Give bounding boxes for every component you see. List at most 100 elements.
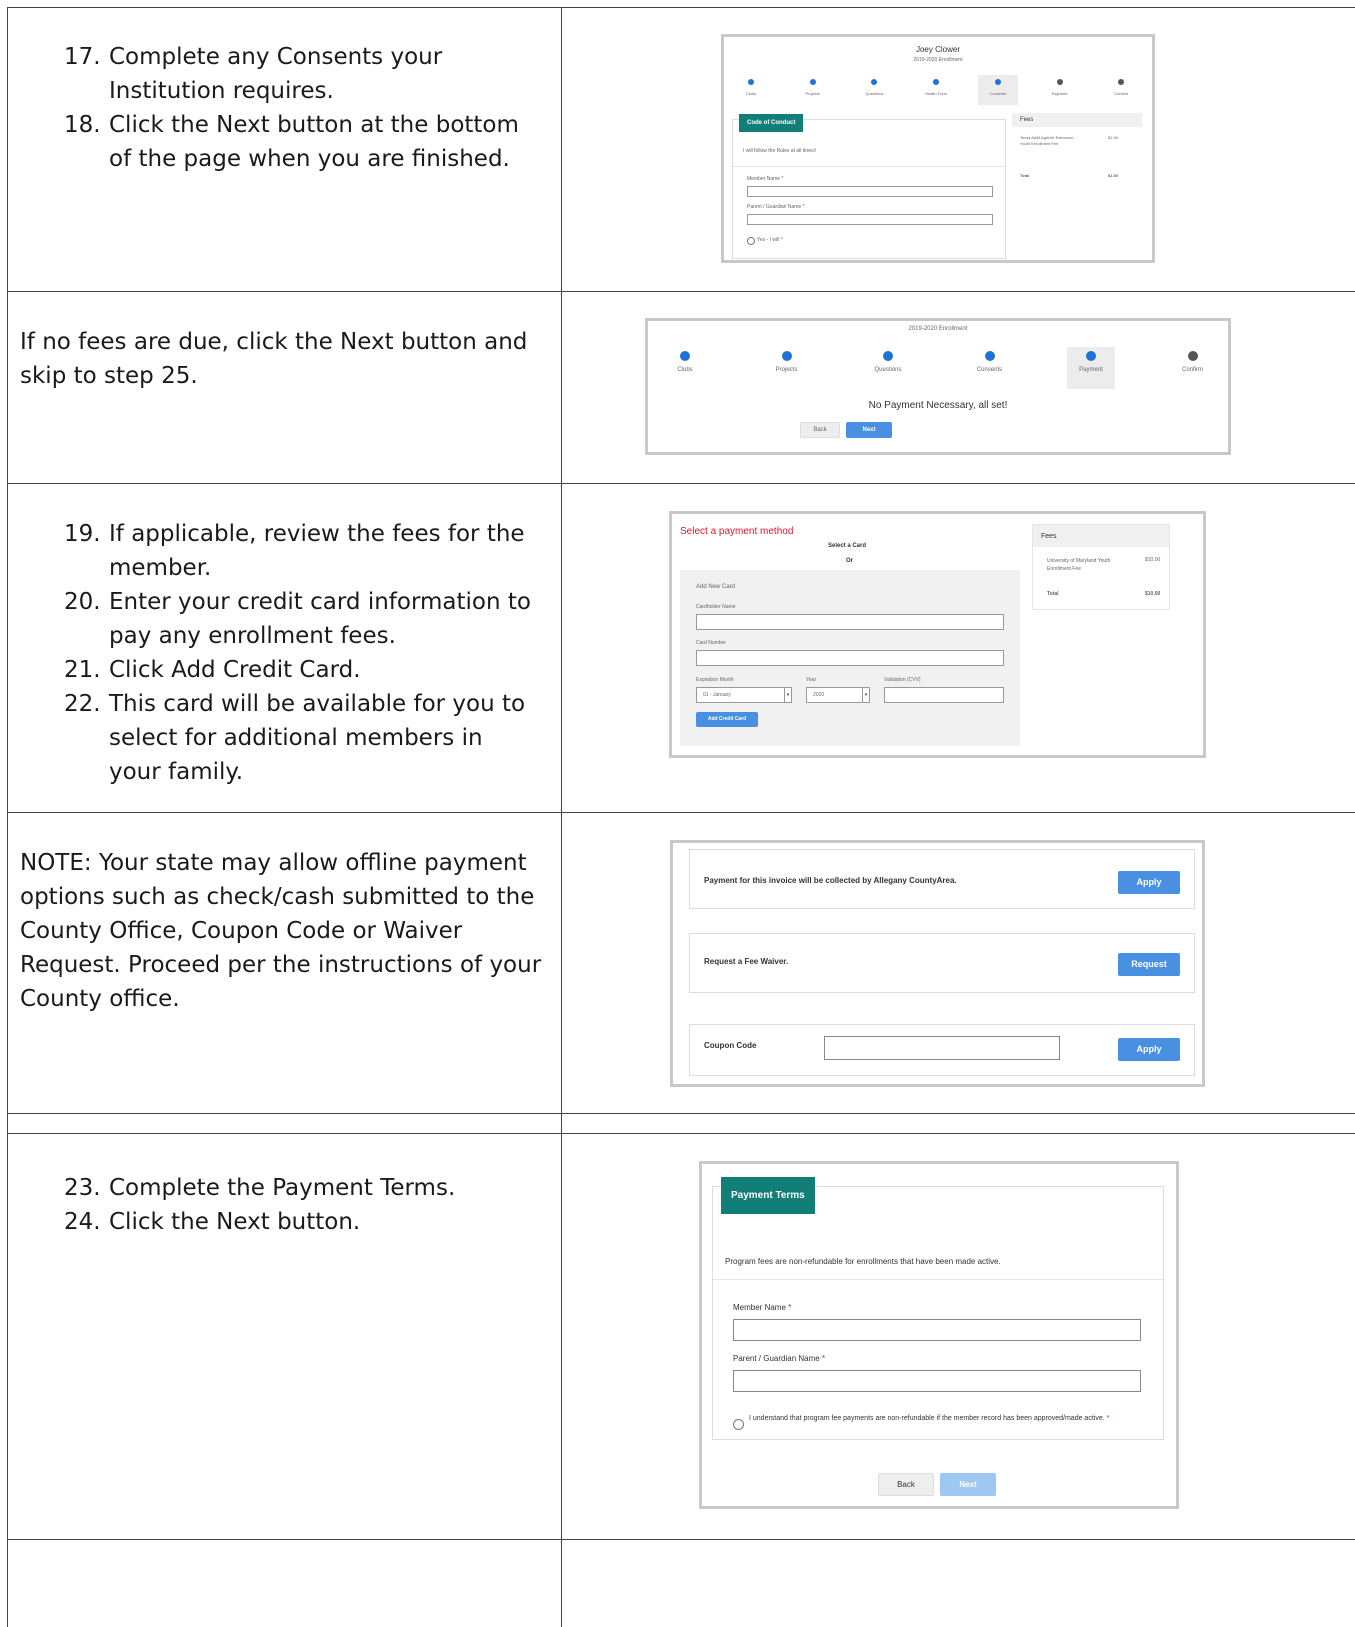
row5-instructions: 23. Complete the Payment Terms. 24. Click …	[64, 1171, 534, 1239]
add-new-card-title: Add New Card	[696, 584, 736, 590]
table-row-divider	[7, 483, 1355, 484]
member-name-label-text: Member Name	[733, 1303, 786, 1312]
progress-step[interactable]: Payment	[1067, 347, 1115, 389]
progress-step[interactable]: Payment	[1040, 79, 1080, 96]
terms-text-content: I understand that program fee payments a…	[749, 1415, 1105, 1422]
item-number: 19.	[64, 521, 101, 547]
cvv-label: Validation (CVV)	[884, 677, 921, 683]
step-label: Projects	[775, 367, 798, 373]
terms-radio[interactable]	[733, 1419, 744, 1430]
back-button[interactable]: Back	[800, 422, 840, 438]
no-fees-note: If no fees are due, click the Next butto…	[20, 329, 528, 389]
card-number-input[interactable]	[696, 650, 1004, 666]
item-number: 20.	[64, 589, 101, 615]
item-text: Complete any Consents your Institution r…	[109, 44, 443, 104]
row3-instructions: 19. If applicable, review the fees for th…	[64, 517, 534, 789]
list-item: 20. Enter your credit card information to…	[64, 585, 534, 653]
step-label: Questions	[865, 91, 884, 96]
item-text: Enter your credit card information to pa…	[109, 589, 531, 649]
table-row-divider	[7, 1539, 1355, 1540]
item-text: Click Add Credit Card.	[109, 657, 361, 683]
step-label: Projects	[805, 91, 820, 96]
fees-panel: Fees University of Maryland Youth Enroll…	[1032, 524, 1170, 610]
required-mark: *	[1106, 1415, 1110, 1422]
list-item: 17. Complete any Consents your Institutio…	[64, 40, 544, 108]
coupon-code-input[interactable]	[824, 1036, 1060, 1060]
progress-step[interactable]: Projects	[763, 351, 811, 373]
step-dot-icon	[809, 79, 816, 85]
item-number: 18.	[64, 112, 101, 138]
request-waiver-button[interactable]: Request	[1118, 953, 1180, 976]
step-dot-icon	[1187, 351, 1198, 361]
next-button[interactable]: Next	[940, 1473, 996, 1496]
payment-terms-tab[interactable]: Payment Terms	[721, 1177, 815, 1214]
offline-payment-card: Payment for this invoice will be collect…	[689, 849, 1195, 909]
table-row-divider	[7, 812, 1355, 813]
progress-step[interactable]: Clubs	[731, 79, 771, 96]
year-value: 2020	[813, 692, 825, 698]
enrollment-subtitle: 2019-2020 Enrollment	[913, 57, 963, 63]
required-mark: *	[821, 1354, 826, 1363]
or-label: Or	[846, 558, 854, 564]
progress-step[interactable]: Confirm	[1101, 79, 1141, 96]
table-row-divider	[7, 291, 1355, 292]
step-label: Payment	[1051, 91, 1068, 96]
step-label: Clubs	[745, 91, 757, 96]
step-label: Confirm	[1114, 91, 1129, 96]
fee-description: Texas A&M AgriLife Extension - Youth Enr…	[1020, 135, 1076, 146]
cardholder-label: Cardholder Name	[696, 604, 736, 610]
back-button[interactable]: Back	[878, 1473, 934, 1496]
cardholder-input[interactable]	[696, 614, 1004, 630]
year-label: Year	[806, 677, 817, 683]
apply-offline-button[interactable]: Apply	[1118, 871, 1180, 894]
progress-step[interactable]: Questions	[854, 79, 894, 96]
fee-amount: $1.50	[1108, 135, 1119, 140]
no-payment-message: No Payment Necessary, all set!	[868, 400, 1008, 411]
row1-instructions: 17. Complete any Consents your Institutio…	[64, 40, 544, 176]
cvv-input[interactable]	[884, 687, 1004, 703]
offline-payment-note: NOTE: Your state may allow offline payme…	[20, 850, 542, 1012]
member-name-label: Member Name *	[733, 1303, 791, 1312]
add-credit-card-button[interactable]: Add Credit Card	[696, 712, 758, 727]
row2-instructions: If no fees are due, click the Next butto…	[20, 325, 550, 393]
progress-step[interactable]: Questions	[864, 351, 912, 373]
step-dot-icon	[871, 79, 878, 85]
table-column-divider	[561, 7, 562, 1627]
table-row-divider	[7, 1133, 1355, 1134]
total-amount: $10.00	[1145, 591, 1161, 597]
coupon-code-label: Coupon Code	[704, 1041, 757, 1050]
document-page: 17. Complete any Consents your Institutio…	[0, 0, 1355, 1627]
apply-coupon-button[interactable]: Apply	[1118, 1038, 1180, 1061]
step-dot-icon	[994, 79, 1001, 85]
guardian-name-input[interactable]	[733, 1370, 1141, 1392]
fee-waiver-card: Request a Fee Waiver. Request	[689, 933, 1195, 993]
progress-step[interactable]: Projects	[793, 79, 833, 96]
exp-month-label: Expiration Month	[696, 677, 734, 683]
item-number: 21.	[64, 657, 101, 683]
member-name-input[interactable]	[747, 186, 993, 197]
step-dot-icon	[1056, 79, 1063, 85]
year-select[interactable]: 2020 ▾	[806, 687, 870, 703]
progress-step[interactable]: Health Form	[916, 79, 956, 96]
progress-step[interactable]: Consents	[977, 75, 1018, 105]
card-number-label: Card Number	[696, 640, 727, 646]
exp-month-select[interactable]: 01 - January ▾	[696, 687, 792, 703]
item-text: If applicable, review the fees for the m…	[109, 521, 525, 581]
consent-radio[interactable]	[747, 237, 755, 245]
step-label: Consents	[976, 367, 1003, 373]
code-of-conduct-tab[interactable]: Code of Conduct	[739, 114, 804, 132]
consent-panel: Code of Conduct I will follow the Rules …	[732, 114, 1006, 259]
member-name-input[interactable]	[733, 1319, 1141, 1341]
payment-terms-intro: Program fees are non-refundable for enro…	[725, 1257, 1001, 1266]
offline-payment-screenshot: Payment for this invoice will be collect…	[670, 840, 1205, 1087]
item-number: 23.	[64, 1175, 101, 1201]
next-button[interactable]: Next	[846, 422, 892, 438]
progress-step[interactable]: Consents	[966, 351, 1014, 373]
progress-step[interactable]: Confirm	[1169, 351, 1217, 373]
guardian-name-label: Parent / Guardian Name *	[733, 1354, 825, 1363]
payment-method-screenshot: Select a payment method Select a Card Or…	[669, 511, 1206, 758]
progress-step[interactable]: Clubs	[661, 351, 709, 373]
fee-description: University of Maryland Youth Enrollment …	[1047, 558, 1111, 572]
step-dot-icon	[680, 351, 690, 361]
guardian-name-input[interactable]	[747, 214, 993, 225]
